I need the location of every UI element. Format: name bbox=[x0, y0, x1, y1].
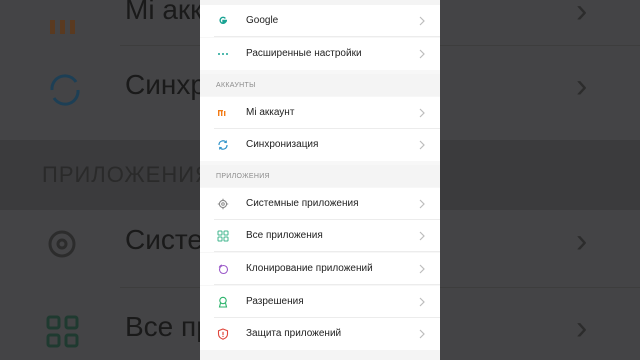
chevron-right-icon: › bbox=[576, 309, 588, 347]
item-label: Клонирование приложений bbox=[246, 263, 373, 274]
settings-item-advanced[interactable]: Расширенные настройки bbox=[200, 38, 440, 70]
gear-icon bbox=[48, 230, 76, 258]
item-label: Синхронизация bbox=[246, 139, 319, 150]
mi-logo-icon bbox=[216, 106, 230, 120]
chevron-right-icon: › bbox=[576, 222, 588, 260]
settings-item-mi-account[interactable]: Mi аккаунт bbox=[200, 97, 440, 129]
section-title: ПРИЛОЖЕНИЯ bbox=[216, 173, 270, 180]
clone-icon bbox=[216, 262, 230, 276]
more-dots-icon bbox=[216, 47, 230, 61]
mi-logo-icon bbox=[50, 20, 75, 34]
chevron-right-icon bbox=[419, 16, 425, 26]
item-label: Защита приложений bbox=[246, 328, 342, 339]
chevron-right-icon: › bbox=[576, 67, 588, 105]
sync-icon bbox=[50, 74, 80, 106]
settings-item-google[interactable]: Google bbox=[200, 5, 440, 37]
chevron-right-icon: › bbox=[576, 0, 588, 30]
chevron-right-icon bbox=[419, 297, 425, 307]
grid-icon bbox=[216, 229, 230, 243]
chevron-right-icon bbox=[419, 108, 425, 118]
bg-section-title: ПРИЛОЖЕНИЯ bbox=[42, 162, 212, 187]
bg-row-label: Систе bbox=[125, 224, 203, 255]
divider bbox=[214, 284, 440, 285]
divider bbox=[214, 36, 440, 37]
gap bbox=[200, 350, 440, 360]
item-label: Google bbox=[246, 15, 279, 26]
bg-row-label: Все пр bbox=[125, 311, 212, 342]
grid-icon bbox=[46, 315, 79, 348]
settings-item-permissions[interactable]: Разрешения bbox=[200, 286, 440, 318]
item-label: Расширенные настройки bbox=[246, 48, 362, 59]
section-header-accounts: АККАУНТЫ bbox=[200, 74, 440, 96]
section-title: АККАУНТЫ bbox=[216, 82, 256, 89]
settings-item-sync[interactable]: Синхронизация bbox=[200, 129, 440, 161]
settings-item-system-apps[interactable]: Системные приложения bbox=[200, 188, 440, 220]
settings-screen: Google Расширенные настройки АККАУНТЫ Mi… bbox=[200, 0, 440, 360]
chevron-right-icon bbox=[419, 231, 425, 241]
chevron-right-icon bbox=[419, 264, 425, 274]
permissions-icon bbox=[216, 295, 230, 309]
settings-item-clone-apps[interactable]: Клонирование приложений bbox=[200, 253, 440, 285]
section-header-apps: ПРИЛОЖЕНИЯ bbox=[200, 165, 440, 187]
bg-row-label: Синхр bbox=[125, 69, 206, 100]
divider bbox=[214, 251, 440, 252]
google-icon bbox=[216, 14, 230, 28]
item-label: Разрешения bbox=[246, 296, 304, 307]
sync-icon bbox=[216, 138, 230, 152]
chevron-right-icon bbox=[419, 199, 425, 209]
item-label: Mi аккаунт bbox=[246, 107, 295, 118]
item-label: Все приложения bbox=[246, 230, 323, 241]
chevron-right-icon bbox=[419, 140, 425, 150]
chevron-right-icon bbox=[419, 49, 425, 59]
chevron-right-icon bbox=[419, 329, 425, 339]
gear-icon bbox=[216, 197, 230, 211]
settings-item-all-apps[interactable]: Все приложения bbox=[200, 220, 440, 252]
shield-icon bbox=[216, 327, 230, 341]
settings-item-app-protection[interactable]: Защита приложений bbox=[200, 318, 440, 350]
item-label: Системные приложения bbox=[246, 198, 359, 209]
